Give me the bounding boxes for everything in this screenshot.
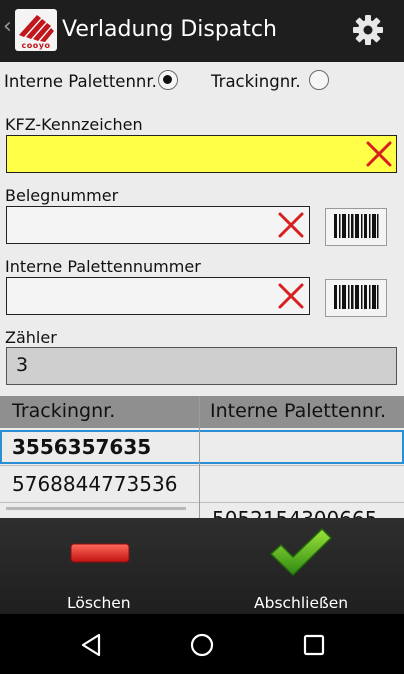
table-row[interactable]: 3556357635 [0,430,404,464]
home-circle-icon[interactable] [189,632,215,658]
app-bar: ‹ cooyo Verladung Dispatch [0,0,404,62]
delete-label: Löschen [67,594,131,612]
radio-label-tracking[interactable]: Trackingnr. [211,72,301,91]
back-chevron-icon[interactable]: ‹ [3,14,12,39]
logo-text: cooyo [21,41,51,50]
app-logo[interactable]: cooyo [15,9,57,51]
mode-selector: Interne Palettennr. Trackingnr. [0,62,404,102]
zaehler-label: Zähler [5,328,57,347]
kfz-input[interactable] [6,135,397,173]
recent-apps-icon[interactable] [301,632,327,658]
zaehler-value: 3 [6,347,397,385]
delete-button[interactable]: Löschen [0,518,202,614]
palettennummer-input[interactable] [6,277,310,315]
system-navigation-bar [0,614,404,674]
column-header-pallet[interactable]: Interne Palettennr. [210,400,386,422]
minus-icon [70,543,130,563]
radio-label-pallet[interactable]: Interne Palettennr. [4,72,157,91]
column-divider [199,396,200,518]
action-bar: Löschen Abschließen [0,518,404,614]
belegnummer-input[interactable] [6,206,310,244]
radio-pallet[interactable] [158,70,178,90]
back-triangle-icon[interactable] [78,632,104,658]
column-header-tracking[interactable]: Trackingnr. [12,400,115,422]
belegnummer-label: Belegnummer [5,186,119,205]
clear-x-icon[interactable] [365,140,393,168]
palettennummer-label: Interne Palettennummer [5,257,201,276]
scan-belegnummer-button[interactable] [325,208,387,246]
list-scroll-indicator [6,507,186,510]
kfz-label: KFZ-Kennzeichen [5,115,143,134]
radio-tracking[interactable] [309,70,329,90]
cell-pallet: 5052154300665 [212,507,377,518]
barcode-icon [334,285,379,309]
clear-x-icon[interactable] [277,211,305,239]
finish-button[interactable]: Abschließen [202,518,404,614]
row-divider [0,465,404,466]
clear-x-icon[interactable] [277,282,305,310]
barcode-icon [334,214,379,238]
cell-tracking: 5768844773536 [12,472,178,496]
table-row[interactable]: 5768844773536 [0,467,404,501]
checkmark-icon [270,528,332,576]
table-header: Trackingnr. Interne Palettennr. [0,396,404,428]
finish-label: Abschließen [254,594,349,612]
scan-palettennummer-button[interactable] [325,279,387,317]
gear-icon[interactable] [351,13,385,47]
row-divider [0,502,404,503]
cell-tracking: 3556357635 [12,435,152,459]
app-title: Verladung Dispatch [62,17,277,42]
